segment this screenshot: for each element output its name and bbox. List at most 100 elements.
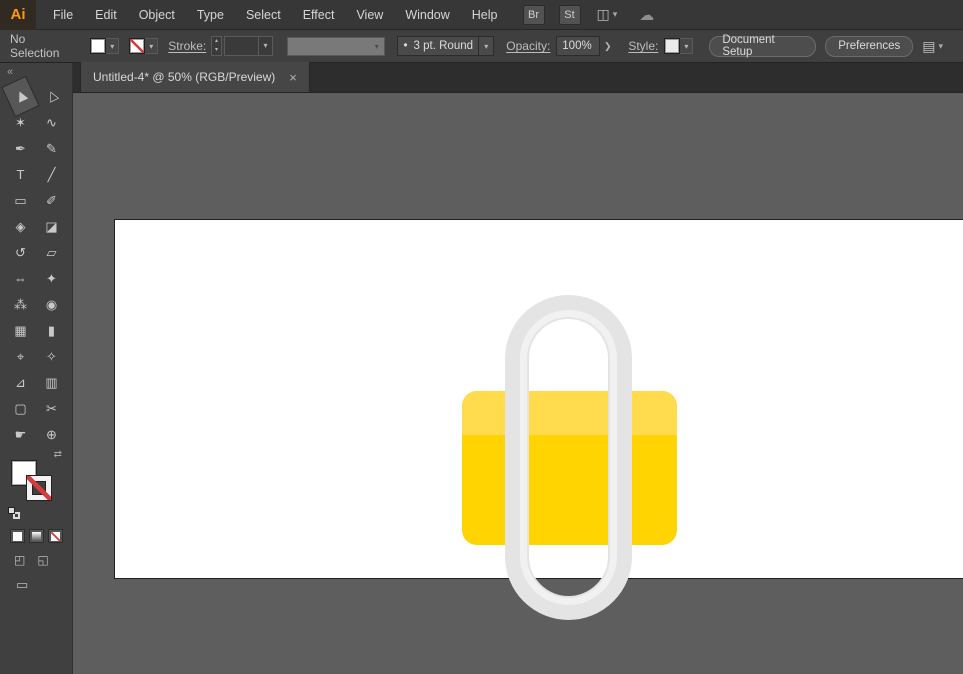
swap-fill-stroke-icon[interactable]: ⇄ (54, 449, 62, 460)
document-tab-bar: Untitled-4* @ 50% (RGB/Preview) × (73, 62, 963, 93)
eyedropper-tool[interactable]: ⌖ (5, 344, 36, 369)
zoom-tool[interactable]: ⊕ (36, 422, 67, 447)
symbol-sprayer-tool[interactable]: ⁂ (5, 292, 36, 317)
none-icon (51, 531, 60, 541)
eraser-tool[interactable]: ◪ (36, 214, 67, 239)
tools-grid: ▶ ▷ ✶ ∿ ✒ ✎ T ╱ ▭ ✐ ◈ ◪ ↺ ▱ ⇔ ✦ ⁂ ◉ ▦ ▮ … (1, 75, 67, 447)
chevron-down-icon[interactable]: ▾ (479, 36, 495, 56)
scale-tool[interactable]: ▱ (36, 240, 67, 265)
preferences-button[interactable]: Preferences (825, 35, 914, 57)
illustrator-window: { "colors": { "canvas_bg": "#5e5e5e", "a… (0, 0, 963, 674)
fill-stroke-indicator: ⇄ (8, 449, 62, 519)
chevron-down-icon[interactable]: ▾ (106, 38, 120, 54)
slice-tool[interactable]: ✂ (36, 396, 67, 421)
magic-wand-tool[interactable]: ✶ (5, 110, 36, 135)
chevron-down-icon[interactable]: ▾ (680, 38, 694, 54)
lock-body-highlight[interactable] (462, 391, 677, 435)
menu-window[interactable]: Window (394, 0, 460, 30)
workspace-switcher[interactable]: ◫ ▾ (597, 6, 618, 23)
stroke-proxy-swatch[interactable] (27, 476, 51, 500)
menu-type[interactable]: Type (186, 0, 235, 30)
arrange-documents-combo[interactable]: ▤ ▾ (922, 38, 943, 55)
width-tool[interactable]: ⇔ (5, 266, 36, 291)
shaper-tool[interactable]: ✧ (36, 344, 67, 369)
mesh-tool[interactable]: ▦ (5, 318, 36, 343)
opacity-label[interactable]: Opacity: (506, 39, 550, 53)
artboard-tool[interactable]: ▢ (5, 396, 36, 421)
perspective-grid-tool[interactable]: ⊿ (5, 370, 36, 395)
screen-mode-row: ▭ (16, 577, 72, 593)
stroke-width-stepper[interactable]: ▴ ▾ (211, 36, 222, 56)
style-swatch[interactable] (664, 38, 681, 54)
rotate-tool[interactable]: ↺ (5, 240, 36, 265)
free-transform-tool[interactable]: ✦ (36, 266, 67, 291)
graphic-style-combo[interactable]: ▾ (664, 38, 694, 54)
paintbrush-tool[interactable]: ✐ (36, 188, 67, 213)
shape-builder-tool[interactable]: ◈ (5, 214, 36, 239)
default-fill-stroke-icon[interactable] (8, 507, 20, 519)
chevron-down-icon[interactable]: ▾ (257, 37, 272, 55)
gradient-tool[interactable]: ▮ (36, 318, 67, 343)
fill-color-swatch[interactable] (90, 38, 107, 54)
lasso-tool[interactable]: ∿ (36, 110, 67, 135)
draw-normal-icon[interactable]: ◰ (14, 553, 25, 567)
brush-definition-value[interactable]: • 3 pt. Round (397, 36, 480, 56)
fill-color-combo[interactable]: ▾ (90, 38, 120, 54)
document-setup-button[interactable]: Document Setup (709, 34, 817, 58)
chevron-down-icon[interactable]: ▾ (145, 38, 159, 54)
tool-panel: « ▶ ▷ ✶ ∿ ✒ ✎ T ╱ ▭ ✐ ◈ ◪ ↺ ▱ ⇔ ✦ ⁂ ◉ ▦ … (0, 63, 73, 674)
screen-mode-icon[interactable]: ▭ (16, 577, 28, 592)
chevron-down-icon: ▾ (938, 40, 944, 51)
stroke-label[interactable]: Stroke: (168, 39, 206, 53)
none-slash-icon (51, 531, 60, 541)
illustrator-logo: Ai (0, 0, 36, 30)
curvature-tool[interactable]: ✎ (36, 136, 67, 161)
bridge-button[interactable]: Br (522, 4, 545, 25)
menu-edit[interactable]: Edit (84, 0, 128, 30)
chevron-down-icon[interactable]: ▾ (369, 42, 384, 51)
chevron-down-icon: ▾ (612, 9, 618, 19)
document-tab-title: Untitled-4* @ 50% (RGB/Preview) (93, 70, 276, 84)
menu-effect[interactable]: Effect (292, 0, 346, 30)
lock-artwork[interactable] (73, 93, 963, 674)
stock-button[interactable]: St (558, 4, 581, 25)
color-button[interactable] (10, 529, 25, 543)
variable-width-profile-combo[interactable]: ▾ (286, 36, 386, 56)
menu-view[interactable]: View (345, 0, 394, 30)
style-label[interactable]: Style: (628, 39, 658, 53)
control-bar: No Selection ▾ ▾ Stroke: ▴ ▾ ▾ ▾ • 3 pt.… (0, 30, 963, 63)
stroke-color-swatch[interactable] (129, 38, 146, 54)
column-graph-tool[interactable]: ▥ (36, 370, 67, 395)
stroke-color-combo[interactable]: ▾ (129, 38, 159, 54)
document-tab[interactable]: Untitled-4* @ 50% (RGB/Preview) × (80, 62, 310, 92)
draw-behind-icon[interactable]: ◱ (37, 553, 48, 567)
brush-dot-icon: • (403, 40, 408, 52)
pen-tool[interactable]: ✒ (5, 136, 36, 161)
none-button[interactable] (48, 529, 63, 543)
canvas[interactable] (73, 93, 963, 674)
menu-select[interactable]: Select (235, 0, 292, 30)
opacity-flyout-icon[interactable]: ❯ (601, 41, 614, 52)
default-fill-mini (8, 507, 15, 514)
stepper-up-icon[interactable]: ▴ (212, 37, 221, 46)
stepper-down-icon[interactable]: ▾ (212, 46, 221, 55)
gradient-button[interactable] (29, 529, 44, 543)
menu-help[interactable]: Help (461, 0, 509, 30)
arrange-documents-icon: ▤ (922, 37, 936, 54)
stroke-width-combo[interactable]: ▾ (223, 36, 273, 56)
menu-file[interactable]: File (42, 0, 84, 30)
blend-tool[interactable]: ◉ (36, 292, 67, 317)
creative-cloud-sync-icon[interactable]: ☁ (639, 6, 654, 24)
hand-tool[interactable]: ☛ (5, 422, 36, 447)
drawing-modes-row: ◰ ◱ (14, 553, 72, 567)
brush-definition-combo[interactable]: • 3 pt. Round ▾ (397, 36, 495, 56)
type-tool[interactable]: T (5, 162, 36, 187)
collapse-panel-icon[interactable]: « (0, 63, 72, 81)
menu-object[interactable]: Object (128, 0, 186, 30)
rectangle-tool[interactable]: ▭ (5, 188, 36, 213)
close-icon[interactable]: × (289, 70, 297, 85)
opacity-input[interactable]: 100% (556, 36, 601, 56)
color-icon (13, 531, 22, 541)
line-segment-tool[interactable]: ╱ (36, 162, 67, 187)
none-slash-icon (27, 476, 51, 500)
